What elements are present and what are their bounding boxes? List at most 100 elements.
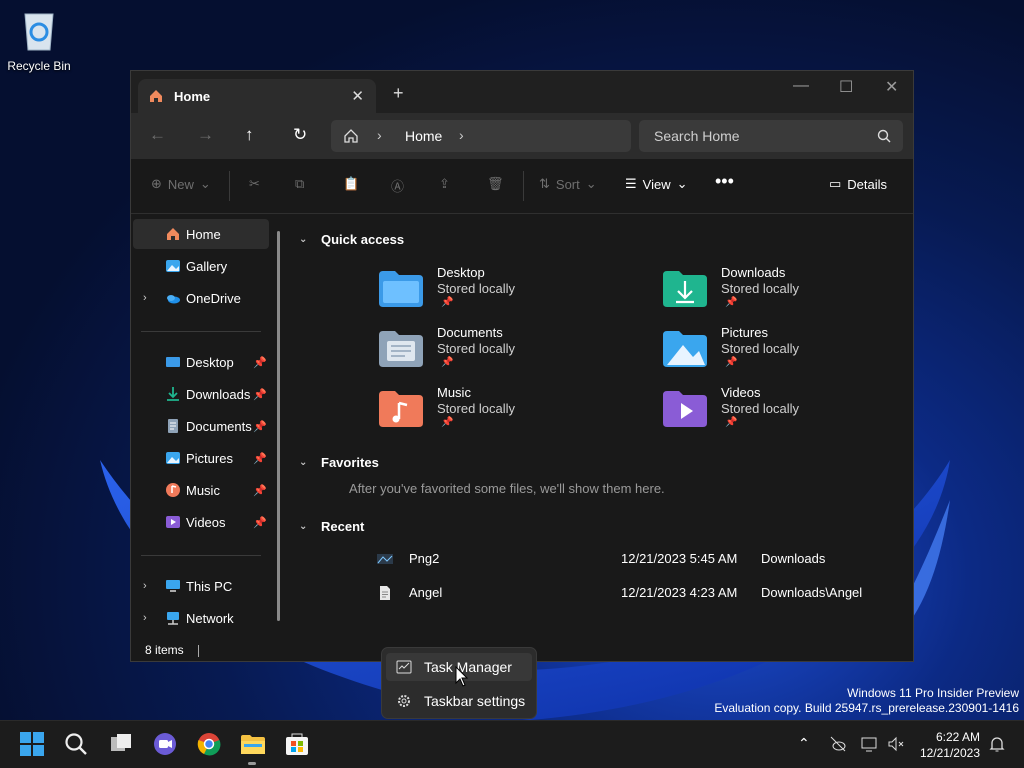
quick-access-downloads[interactable]: Downloads Stored locally 📌	[663, 265, 923, 321]
chevron-right-icon[interactable]: ›	[143, 612, 147, 624]
navigation-pane: Home Gallery › OneDrive Desktop 📌 Downlo…	[131, 213, 281, 638]
copy-icon[interactable]: ⧉	[295, 176, 304, 192]
chevron-right-icon[interactable]: ›	[377, 127, 382, 143]
forward-icon[interactable]: →	[197, 125, 214, 145]
chevron-down-icon: ⌄	[299, 521, 308, 532]
chevron-right-icon[interactable]: ›	[143, 580, 147, 592]
start-icon[interactable]	[19, 731, 45, 757]
pin-icon: 📌	[253, 356, 267, 369]
divider	[229, 171, 230, 201]
breadcrumb-home[interactable]: Home	[405, 128, 442, 144]
watermark-line-1: Windows 11 Pro Insider Preview	[847, 686, 1019, 700]
chrome-icon[interactable]	[196, 731, 222, 757]
view-icon: ☰	[625, 176, 637, 191]
new-button[interactable]: ⊕ New ⌄	[151, 176, 211, 192]
new-tab-icon[interactable]: +	[393, 83, 404, 104]
search-icon[interactable]	[63, 731, 89, 757]
pin-icon: 📌	[253, 516, 267, 529]
recycle-bin-label: Recycle Bin	[7, 59, 71, 73]
sidebar-item-network[interactable]: › Network	[133, 603, 269, 633]
cloud-offline-icon[interactable]	[829, 735, 847, 753]
gallery-icon	[166, 260, 180, 272]
sidebar-item-onedrive[interactable]: › OneDrive	[133, 283, 269, 313]
cut-icon[interactable]: ✂	[249, 176, 260, 192]
microsoft-store-icon[interactable]	[284, 731, 310, 757]
sidebar-item-videos[interactable]: Videos 📌	[133, 507, 269, 537]
image-file-icon	[377, 554, 393, 564]
sidebar-item-pictures[interactable]: Pictures 📌	[133, 443, 269, 473]
view-label: View	[642, 176, 671, 192]
rename-icon[interactable]: Ⓐ	[391, 176, 404, 195]
volume-muted-icon[interactable]	[887, 735, 905, 753]
minimize-icon[interactable]: —	[793, 77, 809, 95]
more-options-icon[interactable]: •••	[715, 171, 734, 192]
file-name: Png2	[409, 551, 440, 566]
documents-folder-icon	[379, 331, 423, 367]
address-bar[interactable]: › Home ›	[331, 120, 631, 152]
teams-chat-icon[interactable]	[152, 731, 178, 757]
pin-icon: 📌	[253, 484, 267, 497]
sidebar-item-gallery[interactable]: Gallery	[133, 251, 269, 281]
recent-header[interactable]: ⌄ Recent	[299, 519, 364, 534]
sidebar-label: Gallery	[186, 258, 228, 274]
task-view-icon[interactable]	[108, 731, 134, 757]
sidebar-item-downloads[interactable]: Downloads 📌	[133, 379, 269, 409]
sidebar-divider	[141, 331, 261, 332]
quick-access-pictures[interactable]: Pictures Stored locally 📌	[663, 325, 923, 381]
chevron-right-icon[interactable]: ›	[143, 292, 147, 304]
show-hidden-icons-icon[interactable]: ⌃	[798, 735, 816, 753]
quick-access-desktop[interactable]: Desktop Stored locally 📌	[379, 265, 639, 321]
desktop-folder-icon	[166, 357, 180, 367]
sort-button[interactable]: ⇅ Sort ⌄	[539, 176, 597, 192]
clock[interactable]: 6:22 AM 12/21/2023	[920, 729, 980, 761]
search-box[interactable]: Search Home	[639, 120, 903, 152]
share-icon[interactable]: ⇪	[439, 176, 450, 192]
item-subtitle: Stored locally	[721, 341, 800, 356]
pin-icon: 📌	[441, 357, 454, 368]
file-date: 12/21/2023 4:23 AM	[621, 585, 738, 600]
sidebar-item-home[interactable]: Home	[133, 219, 269, 249]
details-button[interactable]: ▭ Details	[829, 176, 887, 192]
paste-icon[interactable]: 📋	[343, 176, 359, 192]
videos-folder-icon	[663, 391, 707, 427]
notification-bell-icon[interactable]	[988, 735, 1006, 753]
quick-access-header[interactable]: ⌄ Quick access	[299, 232, 404, 247]
quick-access-documents[interactable]: Documents Stored locally 📌	[379, 325, 639, 381]
recent-file-row[interactable]: Angel 12/21/2023 4:23 AM Downloads\Angel	[291, 579, 911, 607]
quick-access-videos[interactable]: Videos Stored locally 📌	[663, 385, 923, 441]
item-subtitle: Stored locally	[721, 401, 800, 416]
sidebar-item-this-pc[interactable]: › This PC	[133, 571, 269, 601]
network-status-icon[interactable]	[861, 735, 879, 753]
sidebar-label: This PC	[186, 578, 233, 594]
back-icon[interactable]: ←	[149, 125, 166, 145]
new-label: New	[167, 176, 194, 192]
network-icon	[167, 612, 179, 625]
refresh-icon[interactable]: ↻	[293, 125, 307, 145]
sidebar-scrollbar[interactable]	[277, 231, 280, 621]
recent-file-row[interactable]: Png2 12/21/2023 5:45 AM Downloads	[291, 545, 911, 573]
recycle-bin-shortcut[interactable]: Recycle Bin	[5, 8, 73, 73]
close-window-icon[interactable]: ✕	[885, 77, 898, 97]
sidebar-item-documents[interactable]: Documents 📌	[133, 411, 269, 441]
close-tab-icon[interactable]: ✕	[351, 87, 364, 105]
sidebar-item-desktop[interactable]: Desktop 📌	[133, 347, 269, 377]
pin-icon: 📌	[253, 452, 267, 465]
item-subtitle: Stored locally	[721, 281, 800, 296]
home-icon	[150, 90, 162, 102]
view-button[interactable]: ☰ View ⌄	[625, 176, 688, 192]
favorites-header[interactable]: ⌄ Favorites	[299, 455, 379, 470]
tab-home[interactable]: Home ✕	[138, 79, 376, 113]
menu-item-taskbar-settings[interactable]: Taskbar settings	[386, 687, 532, 715]
chevron-right-icon[interactable]: ›	[459, 127, 464, 143]
file-explorer-icon[interactable]	[240, 731, 266, 757]
watermark-line-2: Evaluation copy. Build 25947.rs_prerelea…	[714, 701, 1019, 715]
navigation-bar: ← → ↑ ↻ › Home › Search Home	[131, 113, 913, 159]
sidebar-item-music[interactable]: Music 📌	[133, 475, 269, 505]
status-divider	[197, 644, 199, 657]
up-icon[interactable]: ↑	[245, 125, 254, 145]
quick-access-music[interactable]: Music Stored locally 📌	[379, 385, 639, 441]
divider	[523, 171, 524, 201]
delete-icon[interactable]: 🗑	[487, 176, 504, 192]
chevron-down-icon: ⌄	[676, 176, 688, 191]
maximize-icon[interactable]: ☐	[839, 77, 853, 97]
